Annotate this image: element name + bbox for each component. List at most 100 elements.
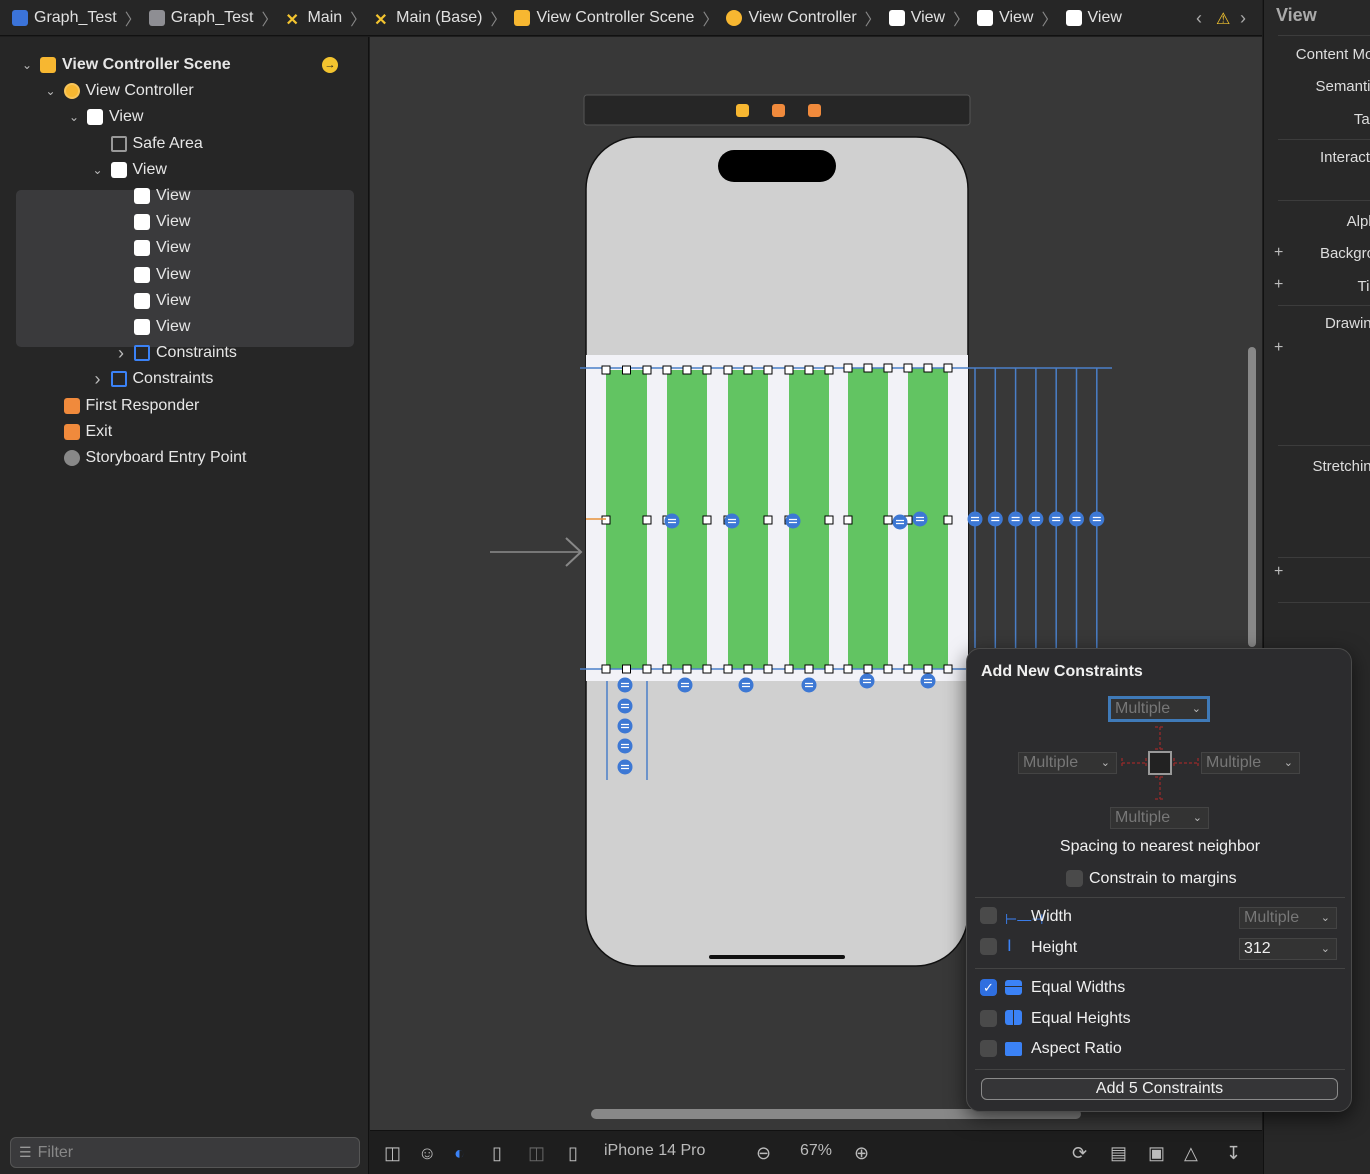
outline-item-label: Exit [85, 422, 113, 440]
breadcrumb-item[interactable]: View [888, 9, 945, 27]
view-icon [977, 9, 994, 26]
resize-handle [763, 664, 773, 674]
breadcrumb-item[interactable]: View [1065, 9, 1122, 27]
scene-icon [514, 9, 531, 26]
disclosure-down-icon[interactable]: ⌄ [20, 58, 34, 72]
view-icon [1065, 9, 1082, 26]
plus-icon[interactable]: + [1274, 563, 1283, 581]
breadcrumb-label: View [999, 8, 1034, 26]
equal-constraint-badge [724, 513, 740, 529]
green-bar-view [848, 368, 888, 669]
spacing-struts[interactable] [1117, 725, 1207, 805]
scene-icon [40, 57, 56, 73]
outline-item[interactable]: View [114, 263, 190, 287]
outline-item[interactable]: View [114, 289, 190, 313]
chevron-right-icon: 〉 [490, 11, 507, 29]
resize-handle [662, 365, 672, 375]
bottom-spacing-field[interactable]: Multiple ⌄ [1110, 807, 1209, 829]
outline-item[interactable]: Exit [44, 420, 113, 444]
breadcrumb-item[interactable]: View [977, 9, 1033, 27]
disclosure-down-icon[interactable]: ⌄ [91, 163, 105, 177]
breadcrumb-item[interactable]: View Controller [726, 8, 857, 27]
embed-in-icon[interactable]: ↧ [1226, 1143, 1241, 1164]
appearance-icon[interactable]: ◐ [454, 1143, 465, 1164]
outline-item[interactable]: › Constraints [91, 367, 214, 391]
resize-handle [784, 365, 794, 375]
outline-item[interactable]: View [114, 236, 190, 260]
leading-spacing-field[interactable]: Multiple ⌄ [1018, 752, 1117, 774]
plus-icon[interactable]: + [1274, 339, 1283, 357]
outline-item[interactable]: First Responder [44, 394, 199, 418]
equal-constraint-badge [738, 677, 754, 693]
resize-handle [784, 664, 794, 674]
chevron-right-icon: 〉 [350, 11, 367, 29]
disclosure-right-icon[interactable]: › [91, 369, 105, 390]
plus-icon[interactable]: + [1274, 276, 1283, 294]
outline-item-label: View [156, 187, 191, 204]
trailing-spacing-field[interactable]: Multiple ⌄ [1201, 752, 1300, 774]
outline-item[interactable]: ⌄ View Controller [44, 79, 194, 103]
breadcrumb-label: View Controller [748, 8, 857, 26]
resize-handle [824, 664, 834, 674]
forward-icon[interactable]: › [1240, 8, 1246, 29]
vertical-scrollbar[interactable] [1248, 347, 1256, 647]
outline-item-label: View Controller Scene [62, 56, 231, 73]
outline-item[interactable]: View [114, 210, 190, 234]
outline-item[interactable]: Safe Area [91, 132, 203, 156]
view-icon [888, 9, 905, 26]
outline-item[interactable]: › Constraints [114, 341, 237, 365]
resize-handle [743, 664, 753, 674]
disclosure-down-icon[interactable]: ⌄ [67, 110, 81, 124]
breadcrumb-item[interactable]: Graph_Test [148, 9, 253, 27]
width-field[interactable]: Multiple ⌄ [1239, 907, 1337, 929]
outline-item[interactable]: ⌄ View [91, 158, 167, 182]
resolve-issues-icon[interactable]: △ [1184, 1143, 1198, 1164]
resize-handle [883, 363, 893, 373]
outline-item[interactable]: View [114, 315, 190, 339]
outline-item-label: View [109, 108, 144, 126]
interaction-label: Interaction [1319, 149, 1370, 166]
width-checkbox[interactable] [980, 907, 997, 924]
breadcrumb-item[interactable]: ✕ Main [285, 9, 342, 29]
aspect-ratio-checkbox[interactable] [980, 1040, 997, 1057]
height-checkbox[interactable] [980, 938, 997, 955]
outline-item-label: Storyboard Entry Point [85, 449, 247, 466]
constrain-margins-checkbox[interactable] [1066, 870, 1083, 887]
breadcrumb-item[interactable]: Graph_Test [12, 9, 117, 27]
top-spacing-field[interactable]: Multiple ⌄ [1108, 696, 1210, 722]
scene-dock-icon [808, 104, 821, 117]
zoom-in-icon[interactable]: ⊕ [854, 1143, 869, 1164]
storyboard-icon: ✕ [374, 11, 388, 29]
entry-point-icon [63, 450, 80, 466]
equal-widths-checkbox[interactable]: ✓ [980, 979, 997, 996]
back-icon[interactable]: ‹ [1196, 8, 1202, 29]
orientation-icon[interactable]: ▯ [492, 1143, 502, 1164]
filter-input[interactable]: ☰ Filter [10, 1137, 360, 1168]
equal-heights-checkbox[interactable] [980, 1010, 997, 1027]
equal-constraint-badge [1028, 511, 1044, 527]
warning-icon[interactable]: ⚠ [1216, 9, 1230, 29]
outline-item[interactable]: ⌄ View Controller Scene [20, 53, 231, 77]
disclosure-down-icon[interactable]: ⌄ [44, 84, 58, 98]
outline-item-label: Constraints [132, 370, 214, 388]
device-selector[interactable]: iPhone 14 Pro [604, 1142, 705, 1160]
device-icon[interactable]: ▯ [568, 1143, 578, 1164]
toggle-outline-icon[interactable]: ◫ [384, 1143, 401, 1164]
height-field[interactable]: 312 ⌄ [1239, 938, 1337, 960]
outline-item[interactable]: Storyboard Entry Point [44, 446, 247, 470]
breadcrumb-item[interactable]: ✕ Main (Base) [374, 9, 482, 29]
resize-handle [883, 664, 893, 674]
update-frames-icon[interactable]: ⟳ [1072, 1143, 1087, 1164]
outline-item[interactable]: View [114, 184, 190, 208]
outline-item[interactable]: ⌄ View [67, 105, 143, 129]
safe-area-icon [110, 135, 127, 152]
accessibility-icon[interactable]: ☺ [418, 1143, 436, 1164]
plus-icon[interactable]: + [1274, 244, 1283, 262]
add-constraints-icon[interactable]: ▣ [1148, 1143, 1165, 1164]
go-to-icon[interactable]: → [322, 57, 338, 73]
zoom-out-icon[interactable]: ⊖ [756, 1143, 771, 1164]
breadcrumb-item[interactable]: View Controller Scene [514, 9, 694, 27]
disclosure-right-icon[interactable]: › [114, 343, 128, 364]
add-constraints-button[interactable]: Add 5 Constraints [981, 1078, 1338, 1100]
align-icon[interactable]: ▤ [1110, 1143, 1127, 1164]
